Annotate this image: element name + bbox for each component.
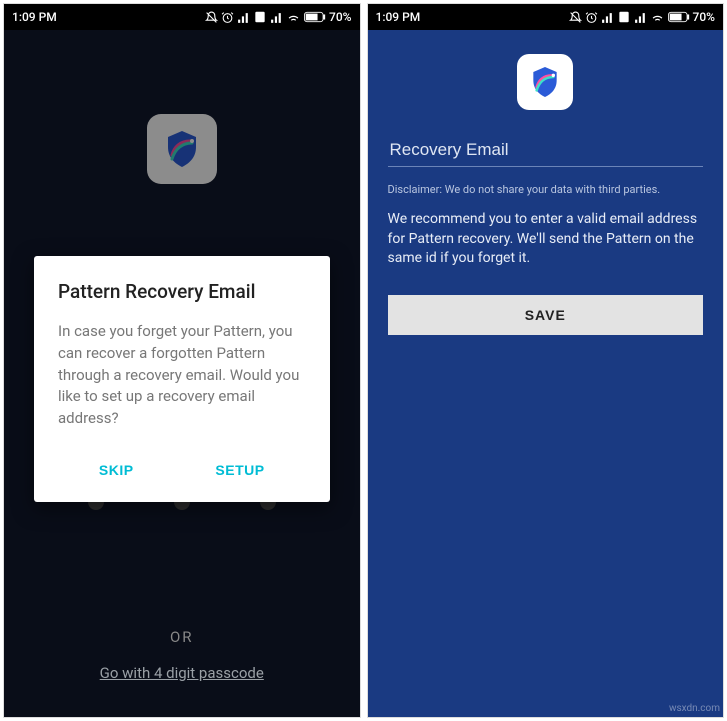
dnd-icon xyxy=(569,11,582,24)
battery-percent: 70% xyxy=(329,10,351,24)
dnd-icon xyxy=(205,11,218,24)
recovery-form: Disclaimer: We do not share your data wi… xyxy=(388,134,704,335)
save-button[interactable]: SAVE xyxy=(388,295,704,335)
signal-icon xyxy=(601,11,614,24)
recovery-email-input[interactable] xyxy=(388,134,704,167)
dialog-actions: SKIP SETUP xyxy=(58,456,306,490)
battery-percent: 70% xyxy=(693,10,715,24)
setup-button[interactable]: SETUP xyxy=(203,456,276,484)
alarm-icon xyxy=(585,11,598,24)
watermark: wsxdn.com xyxy=(669,703,720,714)
signal-icon xyxy=(237,11,250,24)
dialog-body: In case you forget your Pattern, you can… xyxy=(58,321,306,430)
status-icons: 70% xyxy=(569,10,715,25)
status-icons: 70% xyxy=(205,10,351,25)
signal2-icon xyxy=(270,11,283,24)
screenshot-right: 1:09 PM 70% Disclaimer: We do not share … xyxy=(367,3,725,718)
battery-icon xyxy=(304,11,326,23)
sim-icon xyxy=(253,10,267,24)
alarm-icon xyxy=(221,11,234,24)
dialog-title: Pattern Recovery Email xyxy=(58,280,306,303)
signal2-icon xyxy=(634,11,647,24)
sim-icon xyxy=(617,10,631,24)
status-bar: 1:09 PM 70% xyxy=(4,4,360,30)
recommend-text: We recommend you to enter a valid email … xyxy=(388,210,704,269)
wifi-icon xyxy=(650,10,665,25)
wifi-icon xyxy=(286,10,301,25)
disclaimer-text: Disclaimer: We do not share your data wi… xyxy=(388,183,704,196)
bottom-options: OR Go with 4 digit passcode xyxy=(4,628,360,682)
status-bar: 1:09 PM 70% xyxy=(368,4,724,30)
screenshot-left: 1:09 PM 70% OR Go with 4 digit passcode … xyxy=(3,3,361,718)
or-divider: OR xyxy=(4,628,360,646)
status-time: 1:09 PM xyxy=(376,10,421,24)
status-time: 1:09 PM xyxy=(12,10,57,24)
recovery-dialog: Pattern Recovery Email In case you forge… xyxy=(34,256,330,502)
battery-icon xyxy=(668,11,690,23)
app-icon xyxy=(517,54,573,110)
skip-button[interactable]: SKIP xyxy=(87,456,146,484)
passcode-link[interactable]: Go with 4 digit passcode xyxy=(100,664,264,682)
